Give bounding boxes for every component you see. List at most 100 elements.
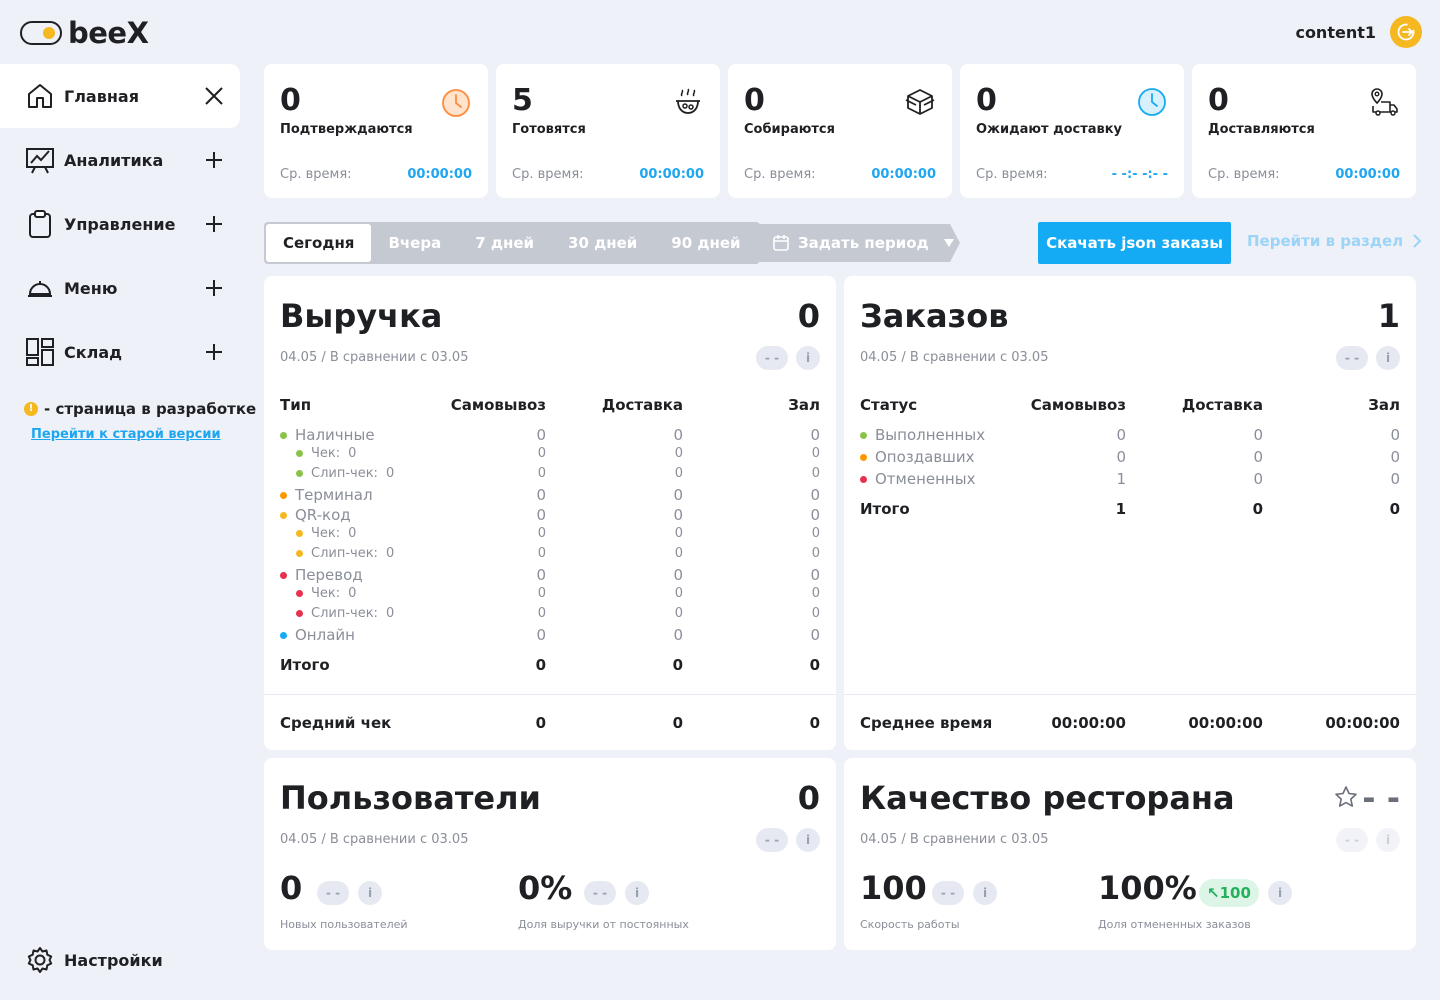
metric-label: Новых пользователей <box>280 918 408 931</box>
delta-badge: ↖100 <box>1199 879 1259 907</box>
status-dot-icon <box>296 550 303 557</box>
cell: 0 <box>674 606 683 621</box>
revenue-rows: Наличные 0 0 0 Чек: 0 0 0 0 Слип-чек: 0 0 0 0 Терми… <box>280 426 820 676</box>
column-header: Зал <box>1368 396 1400 414</box>
table-row: Наличные 0 0 0 <box>280 426 820 446</box>
stat-card-confirming[interactable]: 0 Подтверждаются Ср. время: 00:00:00 <box>264 64 488 198</box>
stat-card-cooking[interactable]: 5 Готовятся Ср. время: 00:00:00 <box>496 64 720 198</box>
sidebar-item-management[interactable]: Управление <box>0 192 240 256</box>
panel-title: Выручка <box>280 297 443 335</box>
cell: 0 <box>673 426 683 444</box>
plus-icon[interactable] <box>202 276 226 300</box>
goto-section-link[interactable]: Перейти в раздел <box>1247 232 1422 250</box>
row-label: Перевод <box>295 566 363 584</box>
status-dot-icon <box>860 453 867 461</box>
total-row: Итого 0 0 0 <box>280 656 820 676</box>
tab-90-days[interactable]: 90 дней <box>654 224 757 262</box>
cell: 0 <box>810 626 820 644</box>
row-sub-value: 0 <box>385 466 395 481</box>
cell: 0 <box>810 566 820 584</box>
sidebar-item-settings[interactable]: Настройки <box>0 928 240 992</box>
period-picker-button[interactable]: Задать период <box>750 224 960 262</box>
cell: 00:00:00 <box>1188 714 1263 732</box>
logo[interactable]: beeX <box>20 16 149 50</box>
box-icon <box>905 89 935 115</box>
sidebar-item-menu[interactable]: Меню <box>0 256 240 320</box>
info-icon[interactable]: i <box>796 346 820 370</box>
status-dot-icon <box>860 475 867 483</box>
goto-section-label: Перейти в раздел <box>1247 232 1404 250</box>
stat-card-awaiting-delivery[interactable]: 0 Ожидают доставку Ср. время: - -:- -:- - <box>960 64 1184 198</box>
star-icon[interactable] <box>1334 785 1358 809</box>
download-json-button[interactable]: Скачать json заказы <box>1038 222 1231 264</box>
calendar-icon <box>772 234 790 252</box>
cell: 0 <box>674 526 683 541</box>
info-icon[interactable]: i <box>1376 346 1400 370</box>
info-icon[interactable]: i <box>358 881 382 905</box>
status-dot-icon <box>280 571 287 579</box>
delta-pill: - - <box>584 881 616 905</box>
timer-icon <box>442 89 470 117</box>
metric-value: 100 <box>860 869 927 907</box>
info-icon[interactable]: i <box>796 828 820 852</box>
tab-today[interactable]: Сегодня <box>266 224 372 262</box>
sidebar-item-warehouse[interactable]: Склад <box>0 320 240 384</box>
panel-title: Пользователи <box>280 779 541 817</box>
cell: 0 <box>810 506 820 524</box>
table-row: Слип-чек: 0 0 0 0 <box>280 606 820 626</box>
cell: 0 <box>536 506 546 524</box>
table-row: Слип-чек: 0 0 0 0 <box>280 546 820 566</box>
old-version-link[interactable]: Перейти к старой версии <box>31 427 221 442</box>
tab-30-days[interactable]: 30 дней <box>551 224 654 262</box>
table-row: Чек: 0 0 0 0 <box>280 446 820 466</box>
tab-yesterday[interactable]: Вчера <box>371 224 458 262</box>
sidebar-item-label: Аналитика <box>64 150 164 170</box>
plus-icon[interactable] <box>202 340 226 364</box>
cell: 00:00:00 <box>1325 714 1400 732</box>
cell: 0 <box>674 546 683 561</box>
info-icon[interactable]: i <box>1268 881 1292 905</box>
stat-time-label: Ср. время: <box>744 167 816 182</box>
plus-icon[interactable] <box>202 148 226 172</box>
cell: 0 <box>535 656 546 674</box>
cell: 0 <box>673 486 683 504</box>
status-dot-icon <box>296 610 303 617</box>
stat-label: Собираются <box>744 122 835 137</box>
cell: 0 <box>811 446 820 461</box>
row-label: QR-код <box>295 506 351 524</box>
row-sub-value: 0 <box>348 446 357 461</box>
row-label: Чек: <box>311 586 341 601</box>
sidebar-item-analytics[interactable]: Аналитика <box>0 128 240 192</box>
sidebar-item-home[interactable]: Главная <box>0 64 240 128</box>
status-dot-icon <box>280 431 287 439</box>
cell: 0 <box>811 546 820 561</box>
revenue-panel: Выручка 0 04.05 / В сравнении с 03.05 - … <box>264 276 836 750</box>
cell: 0 <box>811 466 820 481</box>
cell: 0 <box>1253 448 1263 466</box>
logout-button[interactable] <box>1390 16 1422 48</box>
close-icon[interactable] <box>202 84 226 108</box>
cell: 0 <box>535 714 546 732</box>
stat-card-delivering[interactable]: 0 Доставляются Ср. время: 00:00:00 <box>1192 64 1416 198</box>
status-dot-icon <box>296 590 303 597</box>
cell: 0 <box>1253 470 1263 488</box>
info-icon[interactable]: i <box>1376 828 1400 852</box>
dev-note: ! - страница в разработке <box>24 400 256 418</box>
cell: 00:00:00 <box>1051 714 1126 732</box>
info-icon[interactable]: i <box>625 881 649 905</box>
avg-row: Среднее время 00:00:00 00:00:00 00:00:00 <box>860 714 1400 732</box>
revenue-table: Тип Самовывоз Доставка Зал <box>280 396 820 416</box>
panel-subtitle: 04.05 / В сравнении с 03.05 <box>860 350 1049 365</box>
sidebar-item-label: Меню <box>64 278 118 298</box>
users-panel: Пользователи 0 04.05 / В сравнении с 03.… <box>264 758 836 950</box>
tab-7-days[interactable]: 7 дней <box>458 224 551 262</box>
total-row: Итого 1 0 0 <box>860 500 1400 520</box>
plus-icon[interactable] <box>202 212 226 236</box>
info-icon[interactable]: i <box>973 881 997 905</box>
stat-card-assembling[interactable]: 0 Собираются Ср. время: 00:00:00 <box>728 64 952 198</box>
table-row: Терминал 0 0 0 <box>280 486 820 506</box>
row-label: Отмененных <box>875 470 976 488</box>
stat-label: Доставляются <box>1208 122 1315 137</box>
delta-pill: - - <box>1336 828 1368 852</box>
orders-panel: Заказов 1 04.05 / В сравнении с 03.05 - … <box>844 276 1416 750</box>
